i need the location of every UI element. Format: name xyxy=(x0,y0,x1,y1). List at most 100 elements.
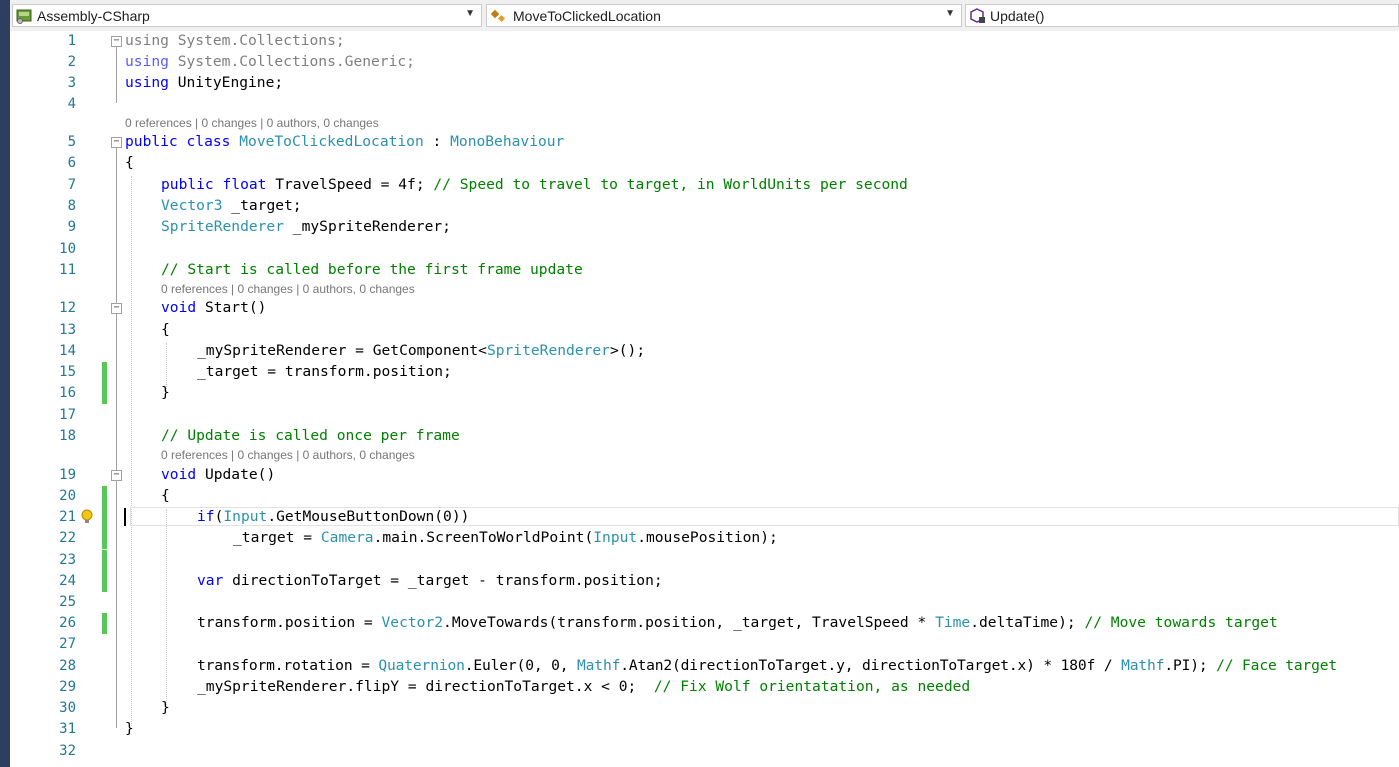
chevron-down-icon: ▼ xyxy=(465,8,475,19)
project-dropdown-label: Assembly-CSharp xyxy=(37,8,150,24)
codelens-update[interactable]: 0 references | 0 changes | 0 authors, 0 … xyxy=(161,448,415,466)
class-icon xyxy=(490,9,506,23)
code-line[interactable]: 14 _mySpriteRenderer = GetComponent<Spri… xyxy=(10,341,1399,362)
code-line[interactable]: 31 } xyxy=(10,719,1399,740)
code-text: var directionToTarget = _target - transf… xyxy=(197,572,663,589)
code-line[interactable]: 9 SpriteRenderer _mySpriteRenderer; xyxy=(10,217,1399,238)
line-number: 30 xyxy=(59,700,76,716)
text-cursor xyxy=(124,508,126,526)
code-token: System.Collections.Generic; xyxy=(168,53,415,70)
code-line[interactable]: 22 _target = Camera.main.ScreenToWorldPo… xyxy=(10,528,1399,549)
code-line[interactable]: 5 − public class MoveToClickedLocation :… xyxy=(10,132,1399,153)
code-line[interactable]: 15 _target = transform.position; xyxy=(10,362,1399,383)
code-token: System.Collections; xyxy=(168,32,345,49)
code-line[interactable]: 17 xyxy=(10,405,1399,426)
collapse-toggle[interactable]: − xyxy=(111,137,122,148)
code-line[interactable]: 25 xyxy=(10,592,1399,613)
code-text: transform.rotation = Quaternion.Euler(0,… xyxy=(197,657,1338,674)
line-number: 14 xyxy=(59,343,76,359)
code-line[interactable]: 30 } xyxy=(10,698,1399,719)
code-line[interactable]: 29 _mySpriteRenderer.flipY = directionTo… xyxy=(10,677,1399,698)
code-line[interactable]: 1 − using System.Collections; xyxy=(10,31,1399,52)
code-text: Vector3 _target; xyxy=(161,197,302,214)
code-text: using System.Collections.Generic; xyxy=(125,53,415,70)
change-marker xyxy=(102,383,107,404)
keyword: using xyxy=(125,53,169,70)
navigation-bar: Assembly-CSharp ▼ MoveToClickedLocation … xyxy=(10,0,1399,32)
collapse-toggle[interactable]: − xyxy=(111,36,122,47)
line-number: 7 xyxy=(67,177,76,193)
code-line[interactable]: 16 } xyxy=(10,383,1399,404)
line-number: 18 xyxy=(59,428,76,444)
code-line[interactable]: 18 // Update is called once per frame xyxy=(10,426,1399,447)
code-text: _mySpriteRenderer = GetComponent<SpriteR… xyxy=(197,342,646,359)
line-number: 2 xyxy=(67,54,76,70)
code-line[interactable]: 26 transform.position = Vector2.MoveTowa… xyxy=(10,613,1399,634)
code-line[interactable]: 20 { xyxy=(10,486,1399,507)
line-number: 8 xyxy=(67,198,76,214)
code-editor[interactable]: 1 − using System.Collections; 2 using Sy… xyxy=(10,31,1399,767)
code-text: public float TravelSpeed = 4f; // Speed … xyxy=(161,176,908,193)
line-number: 17 xyxy=(59,407,76,423)
line-number: 29 xyxy=(59,679,76,695)
code-line[interactable]: 19 − void Update() xyxy=(10,465,1399,486)
change-marker xyxy=(102,613,107,634)
collapse-toggle[interactable]: − xyxy=(111,303,122,314)
line-number: 22 xyxy=(59,530,76,546)
line-number: 25 xyxy=(59,594,76,610)
code-line[interactable]: 6 { xyxy=(10,153,1399,174)
code-line[interactable]: 32 xyxy=(10,741,1399,762)
line-number: 19 xyxy=(59,467,76,483)
keyword: using xyxy=(125,74,169,91)
collapse-toggle[interactable]: − xyxy=(111,470,122,481)
line-number: 16 xyxy=(59,385,76,401)
code-text: void Start() xyxy=(161,299,267,316)
member-dropdown[interactable]: Update() xyxy=(965,4,1399,27)
line-number: 27 xyxy=(59,636,76,652)
line-number: 9 xyxy=(67,219,76,235)
lightbulb-icon[interactable] xyxy=(80,509,94,525)
csharp-project-icon xyxy=(16,9,32,24)
line-number: 3 xyxy=(67,75,76,91)
line-number: 6 xyxy=(67,155,76,171)
line-number: 28 xyxy=(59,658,76,674)
line-number: 11 xyxy=(59,262,76,278)
code-line[interactable]: 3 using UnityEngine; xyxy=(10,73,1399,94)
line-number: 5 xyxy=(67,134,76,150)
code-line[interactable]: 12 − void Start() xyxy=(10,298,1399,319)
line-number: 26 xyxy=(59,615,76,631)
line-number: 23 xyxy=(59,552,76,568)
code-line[interactable]: 2 using System.Collections.Generic; xyxy=(10,52,1399,73)
type-dropdown[interactable]: MoveToClickedLocation ▼ xyxy=(486,4,962,27)
code-text: } xyxy=(125,720,134,737)
line-number: 24 xyxy=(59,573,76,589)
change-marker xyxy=(102,571,107,592)
line-number: 12 xyxy=(59,300,76,316)
code-line[interactable]: 28 transform.rotation = Quaternion.Euler… xyxy=(10,656,1399,677)
change-marker xyxy=(102,486,107,507)
line-number: 4 xyxy=(67,96,76,112)
code-line[interactable]: 7 public float TravelSpeed = 4f; // Spee… xyxy=(10,175,1399,196)
line-number: 20 xyxy=(59,488,76,504)
keyword: using xyxy=(125,32,169,49)
code-line[interactable]: 13 { xyxy=(10,320,1399,341)
line-number: 21 xyxy=(59,509,76,525)
method-icon xyxy=(970,8,985,23)
code-text: } xyxy=(161,384,170,401)
code-text: using System.Collections; xyxy=(125,32,345,49)
code-text: using UnityEngine; xyxy=(125,74,283,91)
code-line[interactable]: 11 // Start is called before the first f… xyxy=(10,260,1399,281)
code-text: _mySpriteRenderer.flipY = directionToTar… xyxy=(197,678,971,695)
code-text: void Update() xyxy=(161,466,276,483)
code-line[interactable]: 27 xyxy=(10,634,1399,655)
code-line[interactable]: 23 xyxy=(10,550,1399,571)
code-line[interactable]: 10 xyxy=(10,239,1399,260)
change-marker xyxy=(102,362,107,383)
code-line-current[interactable]: 21 if(Input.GetMouseButtonDown(0)) xyxy=(10,507,1399,528)
code-line[interactable]: 8 Vector3 _target; xyxy=(10,196,1399,217)
project-dropdown[interactable]: Assembly-CSharp ▼ xyxy=(12,4,482,27)
change-marker xyxy=(102,528,107,549)
code-text: { xyxy=(161,321,170,338)
code-line[interactable]: 4 xyxy=(10,94,1399,115)
code-line[interactable]: 24 var directionToTarget = _target - tra… xyxy=(10,571,1399,592)
